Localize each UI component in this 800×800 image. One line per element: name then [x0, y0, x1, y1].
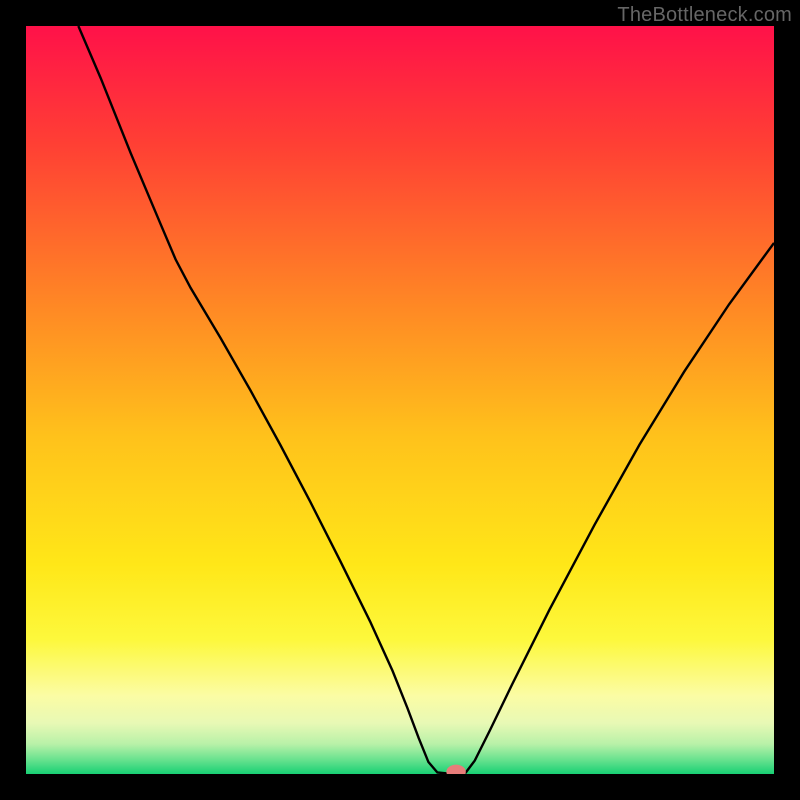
plot-area [26, 26, 774, 774]
bottleneck-plot-svg [26, 26, 774, 774]
gradient-background [26, 26, 774, 774]
chart-frame: TheBottleneck.com [0, 0, 800, 800]
watermark-text: TheBottleneck.com [617, 4, 792, 27]
